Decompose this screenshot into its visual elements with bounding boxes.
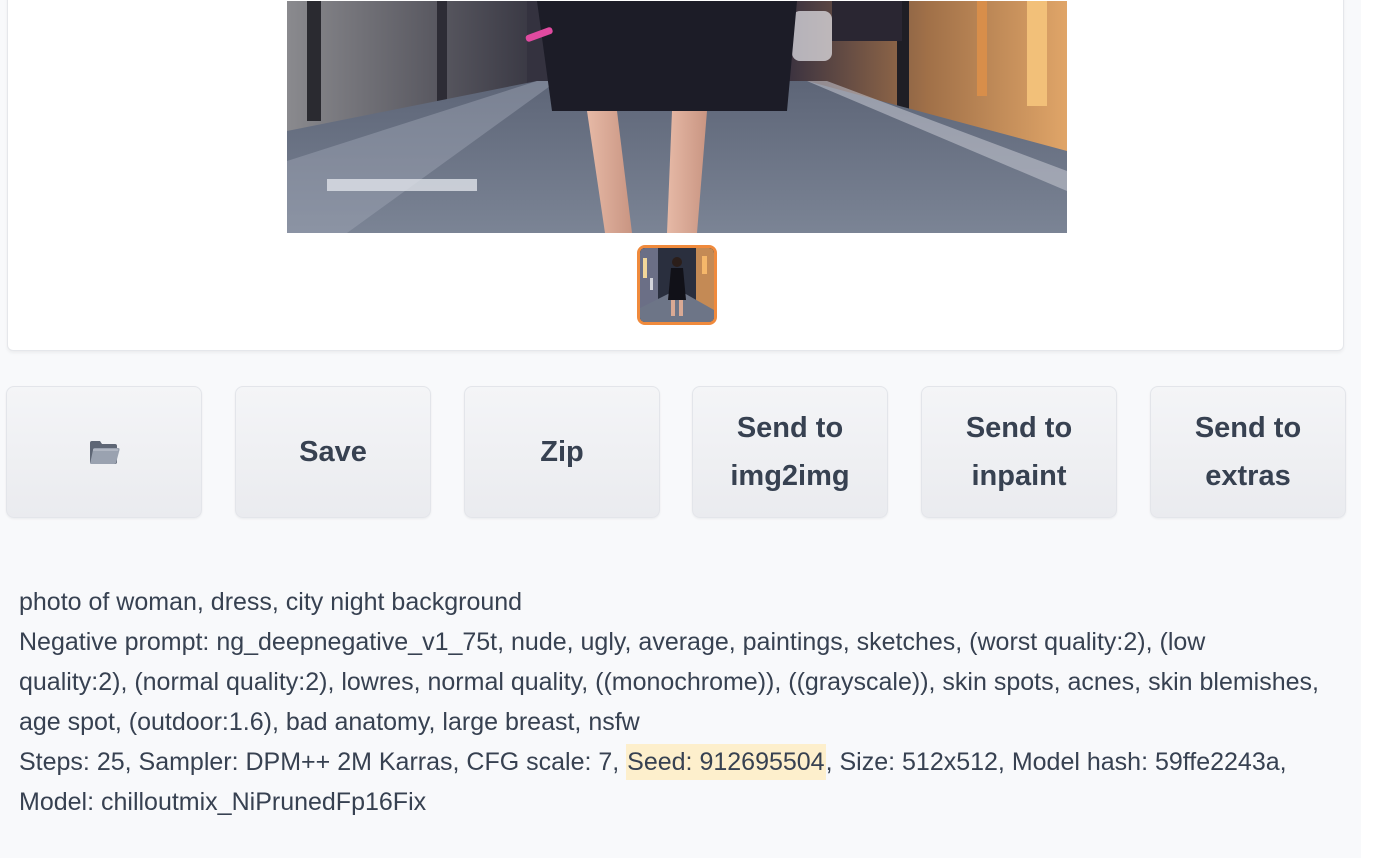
send-to-inpaint-button[interactable]: Send to inpaint	[921, 386, 1117, 518]
save-button-label: Save	[299, 436, 367, 468]
gallery-thumbnail[interactable]	[637, 245, 717, 325]
params-before-seed: Steps: 25, Sampler: DPM++ 2M Karras, CFG…	[19, 748, 627, 776]
action-button-row: Save Zip Send to img2img Send to inpaint…	[6, 386, 1346, 518]
generated-image[interactable]	[287, 1, 1067, 233]
folder-icon	[88, 438, 120, 466]
save-button[interactable]: Save	[235, 386, 431, 518]
send-to-extras-label: Send to extras	[1194, 412, 1302, 492]
open-folder-button[interactable]	[6, 386, 202, 518]
output-gallery	[7, 0, 1344, 351]
send-to-inpaint-label: Send to inpaint	[965, 412, 1073, 492]
generation-info: photo of woman, dress, city night backgr…	[19, 582, 1319, 822]
send-to-img2img-button[interactable]: Send to img2img	[692, 386, 888, 518]
zip-button[interactable]: Zip	[464, 386, 660, 518]
send-to-extras-button[interactable]: Send to extras	[1150, 386, 1346, 518]
seed-value: Seed: 912695504	[626, 744, 826, 780]
send-to-img2img-label: Send to img2img	[730, 412, 850, 492]
scrollbar-track[interactable]	[1361, 0, 1388, 858]
zip-button-label: Zip	[540, 436, 584, 468]
prompt-text: photo of woman, dress, city night backgr…	[19, 588, 523, 616]
negative-prompt-text: Negative prompt: ng_deepnegative_v1_75t,…	[19, 628, 1319, 736]
generation-parameters: Steps: 25, Sampler: DPM++ 2M Karras, CFG…	[19, 742, 1319, 822]
